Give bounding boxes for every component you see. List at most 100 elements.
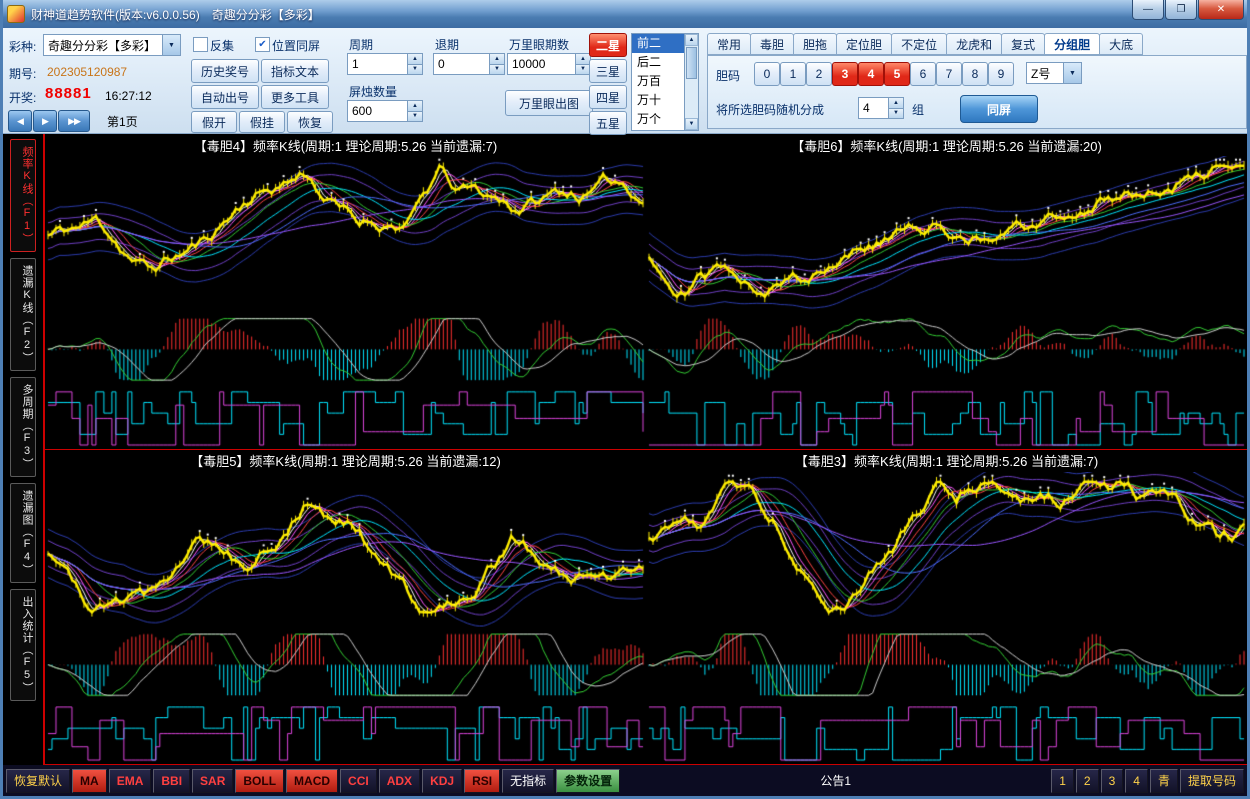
page-button-3[interactable]: 3	[1101, 769, 1124, 793]
sidebar-tab-inout-stats[interactable]: 出入统计（F5）	[10, 589, 36, 701]
spin-down-icon[interactable]: ▼	[408, 111, 422, 122]
indicator-text-button[interactable]: 指标文本	[261, 59, 329, 83]
star-button-5[interactable]: 五星	[589, 111, 627, 135]
indicator-button-adx[interactable]: ADX	[379, 769, 420, 793]
lottery-select[interactable]: 奇趣分分彩【多彩】 ▼	[43, 34, 181, 56]
tab-changyong[interactable]: 常用	[707, 33, 751, 55]
tab-dudan[interactable]: 毒胆	[750, 33, 794, 55]
indicator-button-boll[interactable]: BOLL	[235, 769, 284, 793]
sidebar-tab-multi-period[interactable]: 多周期（F3）	[10, 377, 36, 477]
tab-dantuo[interactable]: 胆拖	[793, 33, 837, 55]
indicator-button-rsi[interactable]: RSI	[464, 769, 500, 793]
sidebar-tab-omission-kline[interactable]: 遗漏K线（F2）	[10, 258, 36, 371]
scrollbar-thumb[interactable]	[686, 47, 697, 79]
kline-chart[interactable]	[646, 156, 1247, 449]
eye-periods-spinner[interactable]: 10000 ▲▼	[507, 53, 591, 75]
no-indicator-button[interactable]: 无指标	[502, 769, 554, 793]
qing-button[interactable]: 青	[1150, 769, 1178, 793]
danma-button-5[interactable]: 5	[884, 62, 910, 86]
history-numbers-button[interactable]: 历史奖号	[191, 59, 259, 83]
fast-forward-button[interactable]: ▶▶	[58, 110, 90, 132]
danma-button-2[interactable]: 2	[806, 62, 832, 86]
group-count-value[interactable]: 4	[859, 98, 888, 118]
reset-defaults-button[interactable]: 恢复默认	[6, 769, 70, 793]
tab-longhuhe[interactable]: 龙虎和	[946, 33, 1002, 55]
tab-fenzudan[interactable]: 分组胆	[1044, 33, 1100, 55]
minimize-button[interactable]: —	[1132, 0, 1164, 20]
sidebar-tab-omission-chart[interactable]: 遗漏图（F4）	[10, 483, 36, 583]
spin-up-icon[interactable]: ▲	[408, 101, 422, 111]
period-value[interactable]: 1	[348, 54, 407, 74]
indicator-button-bbi[interactable]: BBI	[153, 769, 190, 793]
danma-button-0[interactable]: 0	[754, 62, 780, 86]
retreat-value[interactable]: 0	[434, 54, 489, 74]
tab-budingwei[interactable]: 不定位	[891, 33, 947, 55]
group-count-spinner[interactable]: 4 ▲▼	[858, 97, 904, 119]
eye-periods-value[interactable]: 10000	[508, 54, 575, 74]
spin-up-icon[interactable]: ▲	[889, 98, 903, 108]
indicator-button-ma[interactable]: MA	[72, 769, 107, 793]
danma-button-9[interactable]: 9	[988, 62, 1014, 86]
position-sync-checkbox[interactable]: ✔	[255, 37, 270, 52]
star-button-4[interactable]: 四星	[589, 85, 627, 109]
kline-chart[interactable]	[45, 472, 646, 765]
spin-down-icon[interactable]: ▼	[889, 108, 903, 119]
page-button-2[interactable]: 2	[1076, 769, 1099, 793]
tab-dadi[interactable]: 大底	[1099, 33, 1143, 55]
restore-button[interactable]: 恢复	[287, 111, 333, 133]
list-item[interactable]: 后二	[632, 53, 684, 72]
list-item[interactable]: 万十	[632, 91, 684, 110]
danma-button-8[interactable]: 8	[962, 62, 988, 86]
tab-dingweidan[interactable]: 定位胆	[836, 33, 892, 55]
eye-chart-button[interactable]: 万里眼出图	[505, 90, 593, 116]
danma-button-3[interactable]: 3	[832, 62, 858, 86]
auto-number-button[interactable]: 自动出号	[191, 85, 259, 109]
spin-down-icon[interactable]: ▼	[576, 64, 590, 75]
scroll-down-icon[interactable]: ▼	[685, 118, 698, 130]
star-button-3[interactable]: 三星	[589, 59, 627, 83]
spin-down-icon[interactable]: ▼	[408, 64, 422, 75]
tab-fushi[interactable]: 复式	[1001, 33, 1045, 55]
page-button-1[interactable]: 1	[1051, 769, 1074, 793]
prev-page-button[interactable]: ◀	[8, 110, 32, 132]
spin-up-icon[interactable]: ▲	[490, 54, 504, 64]
close-button[interactable]: ✕	[1198, 0, 1244, 20]
list-item[interactable]: 前二	[632, 34, 684, 53]
retreat-spinner[interactable]: 0 ▲▼	[433, 53, 505, 75]
sidebar-tab-frequency-kline[interactable]: 频率K线（F1）	[10, 139, 36, 252]
list-item[interactable]: 万百	[632, 72, 684, 91]
invert-checkbox[interactable]: ✔	[193, 37, 208, 52]
danma-button-6[interactable]: 6	[910, 62, 936, 86]
listbox-scrollbar[interactable]: ▲ ▼	[684, 34, 698, 130]
period-spinner[interactable]: 1 ▲▼	[347, 53, 423, 75]
next-page-button[interactable]: ▶	[33, 110, 57, 132]
sync-screen-button[interactable]: 同屏	[960, 95, 1038, 123]
fake-hang-button[interactable]: 假挂	[239, 111, 285, 133]
list-item[interactable]: 万个	[632, 110, 684, 129]
star-button-2[interactable]: 二星	[589, 33, 627, 57]
fake-open-button[interactable]: 假开	[191, 111, 237, 133]
candle-count-spinner[interactable]: 600 ▲▼	[347, 100, 423, 122]
extract-numbers-button[interactable]: 提取号码	[1180, 769, 1244, 793]
danma-button-1[interactable]: 1	[780, 62, 806, 86]
indicator-button-ema[interactable]: EMA	[109, 769, 152, 793]
more-tools-button[interactable]: 更多工具	[261, 85, 329, 109]
znum-select[interactable]: Z号 ▼	[1026, 62, 1082, 84]
scroll-up-icon[interactable]: ▲	[685, 34, 698, 46]
indicator-button-kdj[interactable]: KDJ	[422, 769, 462, 793]
notice-label[interactable]: 公告1	[820, 772, 851, 789]
indicator-button-cci[interactable]: CCI	[340, 769, 377, 793]
indicator-button-sar[interactable]: SAR	[192, 769, 233, 793]
parameter-settings-button[interactable]: 参数设置	[556, 769, 620, 793]
kline-chart[interactable]	[45, 156, 646, 449]
page-button-4[interactable]: 4	[1125, 769, 1148, 793]
indicator-button-macd[interactable]: MACD	[286, 769, 338, 793]
candle-count-value[interactable]: 600	[348, 101, 407, 121]
danma-button-4[interactable]: 4	[858, 62, 884, 86]
spin-up-icon[interactable]: ▲	[576, 54, 590, 64]
maximize-button[interactable]: ❐	[1165, 0, 1197, 20]
spin-down-icon[interactable]: ▼	[490, 64, 504, 75]
kline-chart[interactable]	[646, 472, 1247, 765]
spin-up-icon[interactable]: ▲	[408, 54, 422, 64]
danma-button-7[interactable]: 7	[936, 62, 962, 86]
